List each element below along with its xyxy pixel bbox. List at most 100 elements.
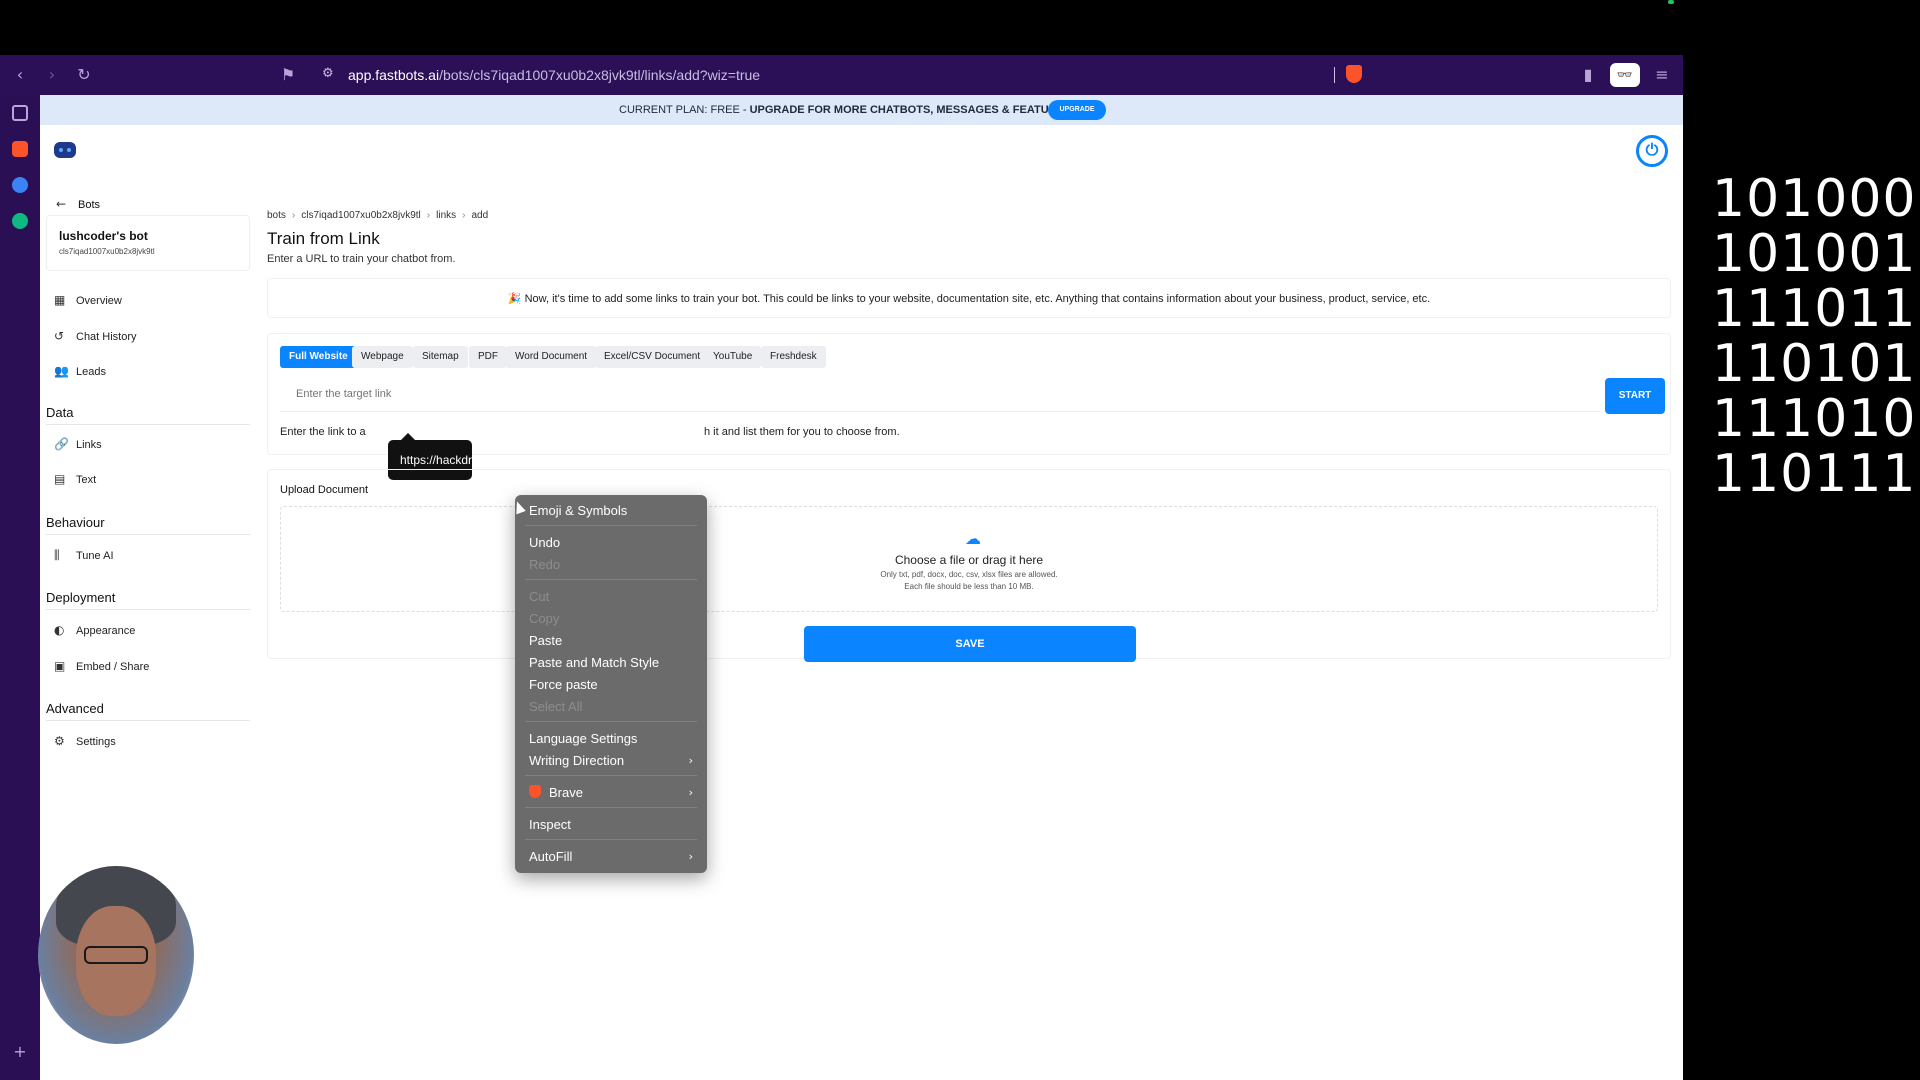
- back-label: Bots: [78, 199, 101, 211]
- menu-separator: [525, 721, 697, 722]
- back-icon[interactable]: ‹: [8, 63, 32, 87]
- brave-shield-icon[interactable]: [1346, 65, 1362, 83]
- menu-item-inspect[interactable]: Inspect: [529, 815, 699, 835]
- tab-pdf[interactable]: PDF: [469, 346, 507, 368]
- rail-globe-icon[interactable]: [12, 213, 28, 229]
- sidebar-item-embed-share[interactable]: ▣ Embed / Share: [54, 659, 149, 681]
- binary-line: 101001: [1712, 224, 1917, 284]
- sidebar-item-label: Embed / Share: [76, 661, 150, 673]
- menu-separator: [525, 525, 697, 526]
- start-button[interactable]: START: [1605, 378, 1665, 414]
- menu-separator: [525, 839, 697, 840]
- menu-item-paste-match-style[interactable]: Paste and Match Style: [529, 653, 699, 673]
- sidebar-item-label: Chat History: [76, 331, 137, 343]
- address-bar[interactable]: ⚙ app.fastbots.ai/bots/cls7iqad1007xu0b2…: [312, 60, 1374, 90]
- menu-icon[interactable]: ≡: [1650, 63, 1674, 87]
- browser-toolbar: ‹ › ↻ ⚑ ⚙ app.fastbots.ai/bots/cls7iqad1…: [0, 55, 1683, 95]
- sidebar-item-label: Settings: [76, 736, 116, 748]
- private-glasses-icon[interactable]: 👓: [1610, 63, 1640, 87]
- sidebar-item-label: Tune AI: [76, 550, 114, 562]
- train-card: Full Website Webpage Sitemap PDF Word Do…: [267, 333, 1671, 455]
- sidebar-toggle-icon[interactable]: ▮: [1576, 63, 1600, 87]
- page-title: Train from Link: [267, 229, 380, 248]
- upload-title: Upload Document: [280, 484, 369, 496]
- breadcrumb-item[interactable]: bots: [267, 210, 286, 221]
- menu-item-label: AutoFill: [529, 849, 573, 864]
- tab-webpage[interactable]: Webpage: [352, 346, 413, 368]
- breadcrumb-item: add: [471, 210, 489, 221]
- context-menu: Emoji & Symbols Undo Redo Cut Copy Paste…: [515, 495, 707, 873]
- logo-eye-left: [59, 148, 63, 152]
- embed-icon: ▣: [54, 659, 66, 673]
- menu-item-force-paste[interactable]: Force paste: [529, 675, 699, 695]
- sidebar-item-chat-history[interactable]: ↺ Chat History: [54, 329, 137, 351]
- dropzone-label: Choose a file or drag it here: [894, 553, 1044, 567]
- tab-excel-csv-document[interactable]: Excel/CSV Document: [595, 346, 710, 368]
- sidebar-item-settings[interactable]: ⚙ Settings: [54, 734, 116, 756]
- sidebar-item-label: Links: [76, 439, 102, 451]
- menu-item-label: Writing Direction: [529, 753, 625, 768]
- text-icon: ▤: [54, 472, 66, 486]
- chevron-right-icon: ›: [688, 850, 693, 863]
- binary-line: 110111: [1712, 444, 1917, 504]
- arrow-left-icon: ←: [56, 197, 67, 211]
- sidebar-item-appearance[interactable]: ◐ Appearance: [54, 623, 135, 645]
- plan-text: CURRENT PLAN: FREE -: [619, 104, 750, 116]
- tab-sitemap[interactable]: Sitemap: [413, 346, 468, 368]
- menu-item-undo[interactable]: Undo: [529, 533, 699, 553]
- tab-word-document[interactable]: Word Document: [506, 346, 597, 368]
- menu-item-language-settings[interactable]: Language Settings: [529, 729, 699, 749]
- target-link-input[interactable]: [280, 376, 1600, 412]
- back-to-bots-link[interactable]: ← Bots: [56, 197, 100, 211]
- rail-bot-icon[interactable]: [12, 177, 28, 193]
- fastbots-logo-icon[interactable]: [54, 142, 76, 158]
- menu-item-brave[interactable]: Brave ›: [529, 783, 699, 803]
- brave-icon: [529, 785, 541, 798]
- upgrade-text: UPGRADE FOR MORE CHATBOTS, MESSAGES & FE…: [749, 104, 1072, 116]
- url-text[interactable]: app.fastbots.ai/bots/cls7iqad1007xu0b2x8…: [348, 67, 760, 83]
- chevron-right-icon: ›: [688, 754, 693, 767]
- sidebar-item-links[interactable]: 🔗 Links: [54, 437, 102, 459]
- panel-icon[interactable]: [12, 105, 28, 121]
- browser-window: ‹ › ↻ ⚑ ⚙ app.fastbots.ai/bots/cls7iqad1…: [0, 55, 1683, 1080]
- menu-item-paste[interactable]: Paste: [529, 631, 699, 651]
- url-host: app.fastbots.ai: [348, 67, 440, 83]
- sidebar-item-label: Appearance: [76, 625, 136, 637]
- sidebar-item-overview[interactable]: ▦ Overview: [54, 293, 122, 315]
- site-settings-icon[interactable]: ⚙: [322, 66, 334, 81]
- url-path: /bots/cls7iqad1007xu0b2x8jvk9tl/links/ad…: [439, 67, 761, 83]
- tab-youtube[interactable]: YouTube: [704, 346, 762, 368]
- banner-text: CURRENT PLAN: FREE - UPGRADE FOR MORE CH…: [619, 104, 1071, 116]
- logo-eye-right: [67, 148, 71, 152]
- breadcrumb-item[interactable]: links: [436, 210, 456, 221]
- upgrade-button[interactable]: UPGRADE: [1048, 100, 1106, 120]
- tab-full-website[interactable]: Full Website: [280, 346, 357, 368]
- tooltip-arrow: [401, 433, 415, 440]
- sidebar-item-tune-ai[interactable]: ⫼ Tune AI: [54, 548, 114, 570]
- chevron-right-icon: ›: [426, 210, 431, 221]
- sidebar-item-text[interactable]: ▤ Text: [54, 472, 96, 494]
- bot-card[interactable]: lushcoder's bot cls7iqad1007xu0b2x8jvk9t…: [46, 215, 250, 271]
- menu-item-autofill[interactable]: AutoFill ›: [529, 847, 699, 867]
- tab-freshdesk[interactable]: Freshdesk: [761, 346, 826, 368]
- menu-item-redo: Redo: [529, 557, 561, 572]
- menu-item-writing-direction[interactable]: Writing Direction ›: [529, 751, 699, 771]
- power-icon[interactable]: ⏻: [1636, 135, 1668, 167]
- sidebar-item-leads[interactable]: 👥 Leads: [54, 364, 106, 386]
- file-dropzone[interactable]: ☁ Choose a file or drag it here Only txt…: [280, 506, 1658, 612]
- reload-icon[interactable]: ↻: [72, 63, 96, 87]
- save-button[interactable]: SAVE: [804, 626, 1136, 662]
- forward-icon[interactable]: ›: [40, 63, 64, 87]
- add-panel-icon[interactable]: +: [8, 1040, 32, 1064]
- notice-text: 🎉 Now, it's time to add some links to tr…: [507, 293, 1431, 305]
- bookmark-icon[interactable]: ⚑: [276, 63, 300, 87]
- page-subtitle: Enter a URL to train your chatbot from.: [267, 253, 456, 265]
- url-divider: [1334, 67, 1335, 83]
- menu-item-copy: Copy: [529, 611, 560, 626]
- web-page: CURRENT PLAN: FREE - UPGRADE FOR MORE CH…: [40, 95, 1683, 1080]
- binary-line: 111011: [1712, 279, 1917, 339]
- sidebar-item-label: Text: [76, 474, 97, 486]
- menu-item-emoji-symbols[interactable]: Emoji & Symbols: [529, 501, 699, 521]
- breadcrumb-item[interactable]: cls7iqad1007xu0b2x8jvk9tl: [301, 210, 421, 221]
- rail-app-icon[interactable]: [12, 141, 28, 157]
